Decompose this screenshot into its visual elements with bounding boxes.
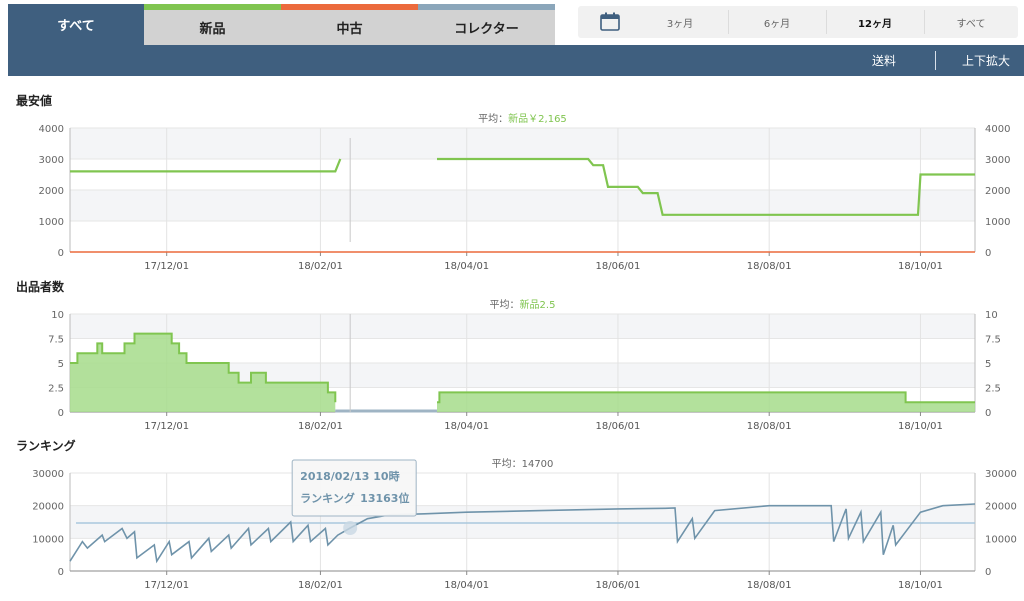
- y-tick-label-left: 10000: [32, 534, 64, 545]
- y-tick-label-left: 30000: [32, 469, 64, 480]
- y-tick-label-left: 5: [58, 359, 64, 370]
- range-selector: 3ヶ月 6ヶ月 12ヶ月 すべて: [578, 6, 1018, 38]
- average-value: 14700: [522, 459, 554, 470]
- y-tick-label-right: 0: [985, 567, 991, 578]
- tab-collector[interactable]: コレクター: [418, 4, 555, 45]
- series-new-area: [437, 392, 975, 412]
- sub-toolbar: 送料 上下拡大: [8, 45, 1024, 76]
- x-tick-label: 18/04/01: [444, 261, 489, 272]
- tooltip-box: [291, 459, 417, 517]
- y-tick-label-right: 5: [985, 359, 991, 370]
- y-tick-label-left: 0: [58, 248, 64, 259]
- y-tick-label-left: 0: [58, 567, 64, 578]
- x-tick-label: 18/08/01: [747, 261, 792, 272]
- y-tick-label-right: 1000: [985, 217, 1010, 228]
- tab-new[interactable]: 新品: [144, 4, 281, 45]
- tooltip-date: 2018/02/13 10時: [300, 469, 399, 483]
- y-tick-label-right: 2000: [985, 186, 1010, 197]
- x-tick-label: 18/06/01: [595, 580, 640, 591]
- average-value: 新品2.5: [520, 298, 556, 311]
- y-tick-label-right: 0: [985, 408, 991, 419]
- calendar-icon[interactable]: [588, 6, 632, 38]
- y-tick-label-left: 2000: [39, 186, 64, 197]
- average-value: 新品￥2,165: [508, 112, 567, 125]
- y-tick-label-right: 10000: [985, 534, 1017, 545]
- y-tick-label-right: 3000: [985, 155, 1010, 166]
- ranking-chart: 0 0 10000 10000 20000 20000 30000 30000 17/12/01…: [32, 458, 1017, 591]
- y-tick-label-right: 0: [985, 248, 991, 259]
- tab-all[interactable]: すべて: [8, 4, 144, 45]
- grid-band: [70, 190, 975, 221]
- x-tick-label: 18/10/01: [898, 580, 943, 591]
- range-option-all[interactable]: すべて: [924, 6, 1018, 38]
- zoom-vertical-button[interactable]: 上下拡大: [962, 45, 1010, 76]
- tab-used[interactable]: 中古: [281, 4, 418, 45]
- average-label: 平均：新品2.5: [490, 298, 556, 311]
- x-tick-label: 18/06/01: [595, 421, 640, 432]
- range-option-6m[interactable]: 6ヶ月: [728, 6, 826, 38]
- y-tick-label-left: 0: [58, 408, 64, 419]
- range-option-12m[interactable]: 12ヶ月: [826, 6, 924, 38]
- x-tick-label: 18/02/01: [298, 261, 343, 272]
- x-tick-label: 17/12/01: [144, 421, 189, 432]
- x-tick-label: 18/04/01: [444, 421, 489, 432]
- tooltip-value: 13163位: [360, 491, 409, 505]
- x-tick-label: 18/02/01: [298, 421, 343, 432]
- y-tick-label-right: 2.5: [985, 384, 1001, 395]
- y-tick-label-left: 1000: [39, 217, 64, 228]
- x-tick-label: 17/12/01: [144, 580, 189, 591]
- y-tick-label-right: 7.5: [985, 335, 1001, 346]
- average-label: 平均：14700: [492, 458, 554, 470]
- grid-band: [70, 314, 975, 339]
- y-tick-label-left: 3000: [39, 155, 64, 166]
- average-label: 平均：新品￥2,165: [478, 112, 567, 125]
- tooltip-marker: [343, 521, 358, 536]
- x-tick-label: 18/10/01: [898, 261, 943, 272]
- shipping-button[interactable]: 送料: [872, 45, 896, 76]
- x-tick-label: 17/12/01: [144, 261, 189, 272]
- y-tick-label-right: 30000: [985, 469, 1017, 480]
- y-tick-label-left: 10: [51, 310, 64, 321]
- grid-band: [70, 128, 975, 159]
- y-tick-label-left: 2.5: [48, 384, 64, 395]
- y-tick-label-left: 7.5: [48, 335, 64, 346]
- x-tick-label: 18/10/01: [898, 421, 943, 432]
- x-tick-label: 18/06/01: [595, 261, 640, 272]
- y-tick-label-right: 4000: [985, 124, 1010, 135]
- x-tick-label: 18/08/01: [747, 580, 792, 591]
- y-tick-label-right: 20000: [985, 502, 1017, 513]
- x-tick-label: 18/08/01: [747, 421, 792, 432]
- price-chart: 0 0 1000 1000 2000 2000 3000 3000 4000 4000 17/12/…: [39, 112, 1011, 272]
- x-tick-label: 18/04/01: [444, 580, 489, 591]
- y-tick-label-left: 20000: [32, 502, 64, 513]
- x-tick-label: 18/02/01: [298, 580, 343, 591]
- y-tick-label-right: 10: [985, 310, 998, 321]
- range-option-3m[interactable]: 3ヶ月: [632, 6, 728, 38]
- toolbar-divider: [935, 51, 936, 70]
- tooltip-label: ランキング: [300, 491, 355, 505]
- y-tick-label-left: 4000: [39, 124, 64, 135]
- sellers-chart: 0 0 2.5 2.5 5 5 7.5 7.5 10 10 17/12/01 18/02/01 18/0…: [48, 298, 1001, 432]
